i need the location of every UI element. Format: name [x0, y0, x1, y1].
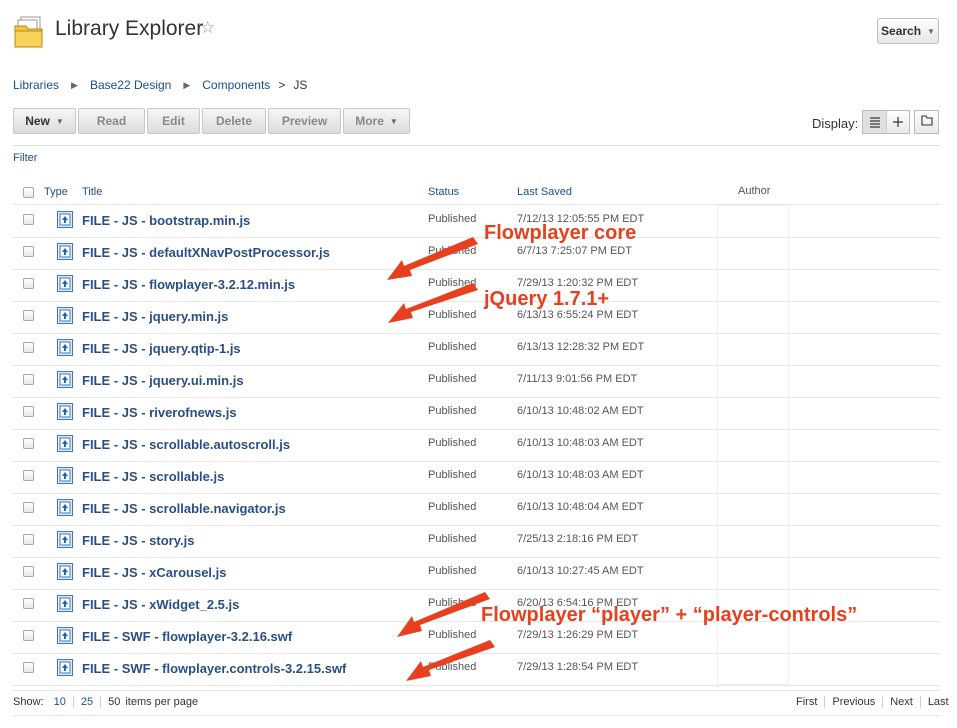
separator [100, 696, 102, 708]
items-per-page-label: items per page [125, 696, 199, 708]
separator [882, 696, 884, 708]
pagination: First Previous Next Last [796, 696, 949, 708]
footer-divider [13, 690, 940, 691]
separator [72, 696, 74, 708]
annotation-arrow-jquery [388, 283, 478, 323]
first-page-link[interactable]: First [796, 696, 817, 708]
separator [919, 696, 921, 708]
annotation-flowplayer-core: Flowplayer core [484, 222, 637, 244]
last-page-link[interactable]: Last [928, 696, 949, 708]
annotation-arrow-flowplayer-controls [406, 640, 495, 681]
separator [824, 696, 826, 708]
previous-page-link[interactable]: Previous [832, 696, 875, 708]
annotation-arrow-flowplayer-player [397, 592, 490, 637]
next-page-link[interactable]: Next [890, 696, 913, 708]
page-size-10[interactable]: 10 [54, 696, 66, 708]
footer-bottom-divider [13, 715, 940, 716]
annotation-flowplayer-player: Flowplayer “player” + “player-controls” [481, 604, 858, 626]
page-size-selector: Show: 10 25 50 items per page [13, 696, 198, 708]
annotation-arrow-flowplayer-core [387, 237, 478, 280]
annotation-jquery: jQuery 1.7.1+ [484, 288, 610, 310]
page-size-25[interactable]: 25 [81, 696, 93, 708]
page-size-50: 50 [108, 696, 121, 708]
show-label: Show: [13, 696, 44, 708]
